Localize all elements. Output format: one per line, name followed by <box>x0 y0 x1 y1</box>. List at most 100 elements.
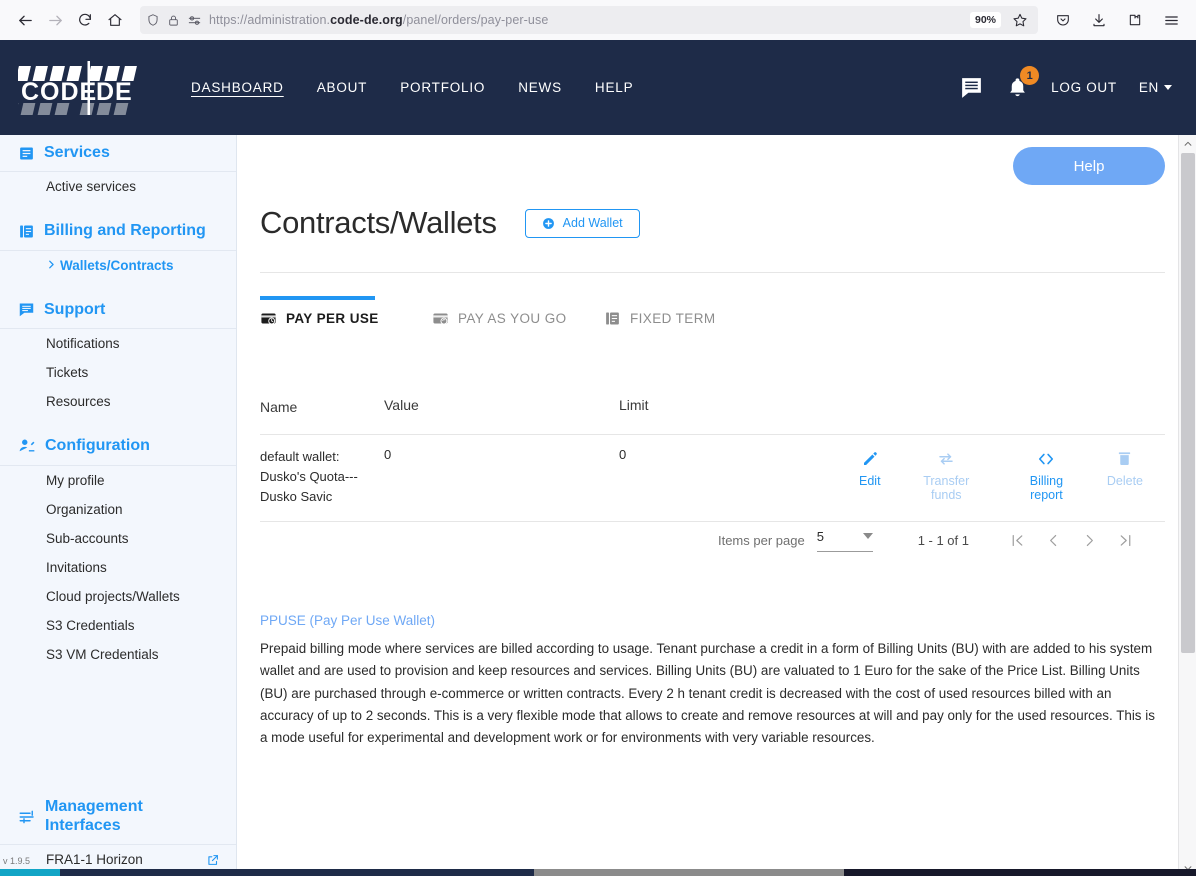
app-root: https://administration.code-de.org/panel… <box>0 0 1196 876</box>
sidebar-section-services[interactable]: Services <box>0 135 236 173</box>
sidebar-item-s3-credentials[interactable]: S3 Credentials <box>0 611 236 640</box>
column-header-name: Name <box>260 399 298 415</box>
star-icon[interactable] <box>1008 12 1032 28</box>
sidebar-section-configuration[interactable]: Configuration <box>0 428 236 466</box>
url-domain: code-de.org <box>330 13 403 27</box>
reload-icon[interactable] <box>70 5 100 35</box>
nav-item-portfolio[interactable]: PORTFOLIO <box>400 80 485 95</box>
pocket-icon[interactable] <box>1048 5 1078 35</box>
chat-icon <box>18 301 35 318</box>
logout-button[interactable]: LOG OUT <box>1051 80 1117 95</box>
shield-icon <box>146 13 160 27</box>
sidebar-item-resources[interactable]: Resources <box>0 387 236 416</box>
sidebar-item-label: Wallets/Contracts <box>60 257 174 273</box>
sidebar-item-invitations[interactable]: Invitations <box>0 553 236 582</box>
page-title: Contracts/Wallets <box>260 205 497 240</box>
sidebar-section-label: Services <box>44 144 110 161</box>
card-cycle-icon <box>432 310 449 327</box>
trash-icon <box>1116 449 1133 468</box>
items-per-page-select[interactable]: 5 <box>816 528 873 552</box>
previous-page-button[interactable] <box>1035 525 1071 555</box>
back-arrow-icon[interactable] <box>10 5 40 35</box>
sidebar-item-notifications[interactable]: Notifications <box>0 329 236 358</box>
tab-label: PAY AS YOU GO <box>458 311 567 326</box>
edit-label: Edit <box>859 474 881 489</box>
add-wallet-label: Add Wallet <box>562 216 623 230</box>
help-button[interactable]: Help <box>1013 147 1165 185</box>
wallet-name-line-1: default wallet: <box>260 449 340 465</box>
tab-pay-as-you-go[interactable]: PAY AS YOU GO <box>432 310 604 337</box>
sidebar-section-label: Billing and Reporting <box>44 222 206 240</box>
bell-icon[interactable]: 1 <box>1006 66 1040 99</box>
tab-fixed-term[interactable]: FIXED TERM <box>604 310 716 337</box>
message-icon[interactable] <box>959 75 984 100</box>
forward-arrow-icon[interactable] <box>40 5 70 35</box>
extensions-icon[interactable] <box>1120 5 1150 35</box>
scrollbar-thumb[interactable] <box>1181 153 1195 653</box>
permissions-icon[interactable] <box>187 13 202 28</box>
sidebar-item-active-services[interactable]: Active services <box>0 172 236 201</box>
billing-report-button[interactable]: Billing report <box>1012 449 1081 502</box>
home-icon[interactable] <box>100 5 130 35</box>
sidebar-item-cloud-projects-wallets[interactable]: Cloud projects/Wallets <box>0 582 236 611</box>
language-selector[interactable]: EN <box>1139 80 1172 95</box>
main-content: Help Contracts/Wallets Add Wallet PAY PE… <box>238 135 1178 876</box>
sidebar-item-my-profile[interactable]: My profile <box>0 466 236 495</box>
transfer-arrows-icon <box>937 449 955 468</box>
book-icon <box>18 223 35 240</box>
address-bar[interactable]: https://administration.code-de.org/panel… <box>140 6 1038 34</box>
nav-item-dashboard[interactable]: DASHBOARD <box>191 80 284 95</box>
sidebar-section-billing[interactable]: Billing and Reporting <box>0 213 236 251</box>
tab-pay-per-use[interactable]: PAY PER USE <box>260 296 432 337</box>
edit-button[interactable]: Edit <box>859 449 881 502</box>
tab-label: FIXED TERM <box>630 311 716 326</box>
add-wallet-button[interactable]: Add Wallet <box>524 208 640 238</box>
header-actions: 1 LOG OUT EN <box>959 66 1178 100</box>
sidebar-sections: Services Active services Billing and Rep… <box>0 135 236 669</box>
vertical-scrollbar[interactable] <box>1178 135 1196 876</box>
list-box-icon <box>18 145 35 162</box>
chevron-right-icon <box>46 258 56 273</box>
hamburger-menu-icon[interactable] <box>1156 5 1186 35</box>
code-de-logo[interactable]: CODE DE <box>3 57 163 119</box>
sidebar-item-organization[interactable]: Organization <box>0 495 236 524</box>
sidebar-section-support[interactable]: Support <box>0 292 236 330</box>
transfer-funds-label: Transfer funds <box>923 474 970 503</box>
table-paginator: Items per page 5 1 - 1 of 1 <box>260 525 1165 555</box>
table-header-row: Name Value Limit <box>260 387 1165 436</box>
sidebar-item-tickets[interactable]: Tickets <box>0 358 236 387</box>
sidebar-item-wallets-contracts[interactable]: Wallets/Contracts <box>0 251 236 280</box>
delete-button: Delete <box>1107 449 1143 502</box>
sidebar-section-label: Configuration <box>45 437 150 455</box>
download-icon[interactable] <box>1084 5 1114 35</box>
cell-wallet-limit: 0 <box>619 447 627 463</box>
os-taskbar <box>0 869 1196 876</box>
taskbar-grey-segment <box>534 869 844 876</box>
sidebar-item-sub-accounts[interactable]: Sub-accounts <box>0 524 236 553</box>
sidebar-item-s3-vm-credentials[interactable]: S3 VM Credentials <box>0 640 236 669</box>
first-page-button[interactable] <box>999 525 1035 555</box>
transfer-funds-button: Transfer funds <box>907 449 986 502</box>
billing-report-label: Billing report <box>1029 474 1064 503</box>
card-clock-icon <box>260 310 277 327</box>
last-page-button[interactable] <box>1107 525 1143 555</box>
header-divider <box>260 272 1165 273</box>
nav-item-help[interactable]: HELP <box>595 80 633 95</box>
table-row: default wallet: Dusko's Quota--- Dusko S… <box>260 435 1165 522</box>
cell-row-actions: Edit Transfer funds Billing report Delet… <box>859 447 1165 502</box>
pagination-range-label: 1 - 1 of 1 <box>917 532 969 548</box>
scroll-up-icon[interactable] <box>1179 135 1196 152</box>
main-navigation: DASHBOARD ABOUT PORTFOLIO NEWS HELP <box>191 80 633 95</box>
external-link-icon[interactable] <box>206 853 220 867</box>
sidebar-section-label: Support <box>44 300 106 318</box>
sidebar-section-management-interfaces[interactable]: Management Interfaces <box>0 789 236 845</box>
language-label: EN <box>1138 80 1159 95</box>
nav-item-news[interactable]: NEWS <box>518 80 562 95</box>
items-per-page-value: 5 <box>816 528 824 544</box>
zoom-level-badge[interactable]: 90% <box>969 12 1001 28</box>
next-page-button[interactable] <box>1071 525 1107 555</box>
taskbar-dark-segment <box>844 869 1196 876</box>
nav-item-about[interactable]: ABOUT <box>317 80 368 95</box>
